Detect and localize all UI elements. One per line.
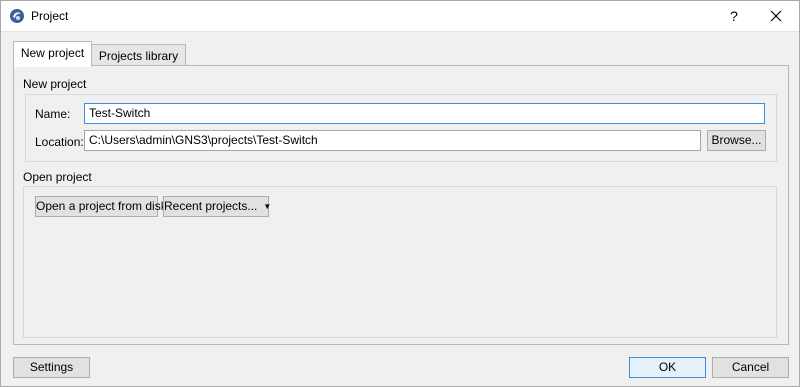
tab-new-project[interactable]: New project (13, 41, 92, 67)
settings-button[interactable]: Settings (13, 357, 90, 378)
help-button[interactable]: ? (719, 4, 749, 28)
recent-projects-label: Recent projects... (164, 199, 258, 213)
location-label: Location: (35, 135, 84, 149)
new-project-section-title: New project (23, 77, 87, 91)
recent-projects-dropdown[interactable]: Recent projects... ▼ (163, 196, 272, 217)
close-icon (770, 10, 782, 22)
project-location-input[interactable]: C:\Users\admin\GNS3\projects\Test-Switch (84, 130, 701, 151)
chevron-down-icon: ▼ (263, 202, 272, 212)
project-name-input[interactable]: Test-Switch (84, 103, 765, 124)
name-label: Name: (35, 107, 71, 121)
close-button[interactable] (761, 4, 791, 28)
gns3-app-icon (9, 8, 25, 24)
title-bar: Project ? (1, 1, 799, 32)
open-project-from-disk-button[interactable]: Open a project from disk (35, 196, 167, 217)
browse-button[interactable]: Browse... (707, 130, 766, 151)
open-project-section-title: Open project (23, 170, 92, 184)
ok-button[interactable]: OK (629, 357, 706, 378)
project-dialog: Project ? New project Projects library N… (0, 0, 800, 387)
window-title: Project (31, 9, 69, 23)
cancel-button[interactable]: Cancel (712, 357, 789, 378)
